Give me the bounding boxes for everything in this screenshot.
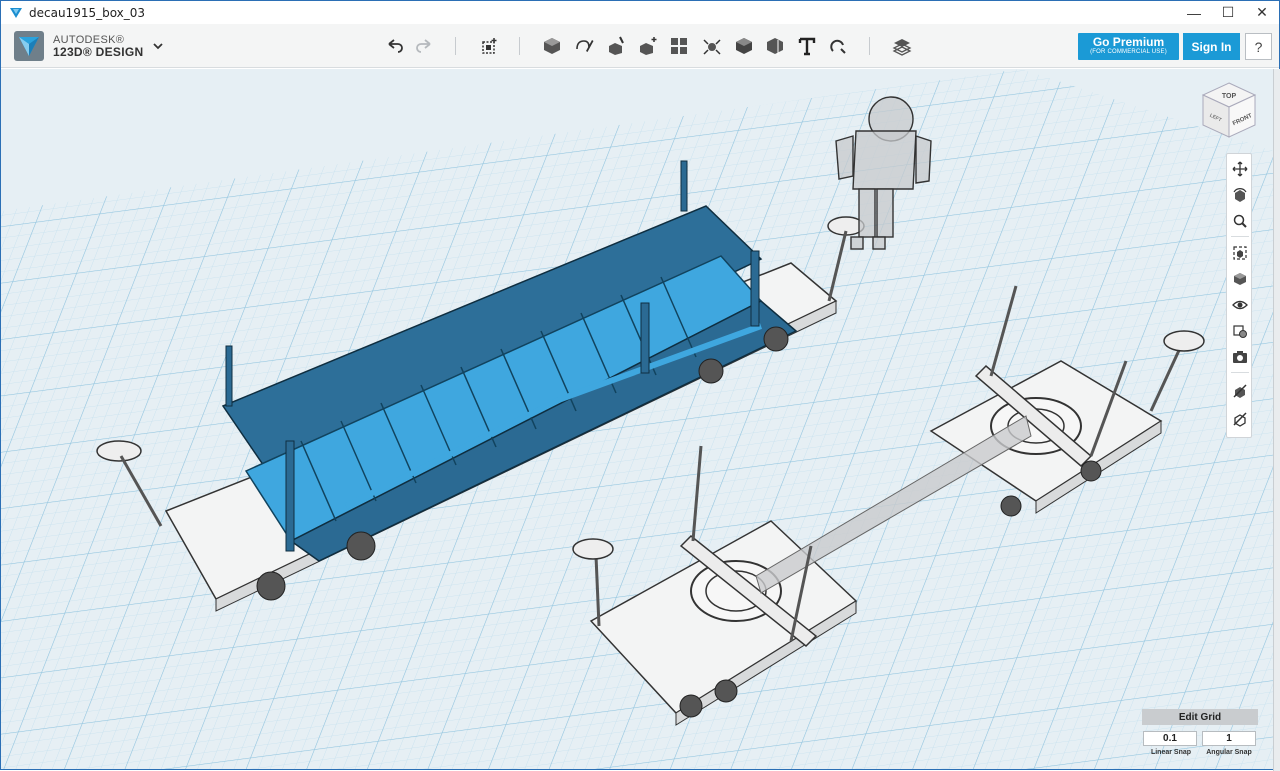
camera-icon	[1233, 351, 1247, 363]
redo-button[interactable]	[412, 33, 438, 59]
transform-button[interactable]	[476, 33, 502, 59]
brand: AUTODESK® 123D® DESIGN	[13, 30, 143, 62]
material-button[interactable]	[889, 33, 915, 59]
help-button[interactable]: ?	[1245, 33, 1272, 60]
snap-icon	[830, 39, 846, 54]
construct-icon	[609, 36, 624, 55]
chevron-down-icon[interactable]	[151, 39, 165, 53]
construct-button[interactable]	[604, 33, 630, 59]
nav-divider	[1231, 372, 1249, 373]
sign-in-button[interactable]: Sign In	[1183, 33, 1240, 60]
transform-icon	[482, 38, 497, 54]
3d-viewport[interactable]	[1, 69, 1273, 769]
side-strip	[1273, 69, 1280, 771]
primitives-icon	[544, 38, 560, 54]
hide-icon	[1233, 384, 1247, 398]
settings-icon	[1233, 412, 1247, 427]
material-toggle-icon	[1233, 325, 1247, 338]
pan-icon	[1232, 161, 1248, 177]
go-premium-button[interactable]: Go Premium (FOR COMMERCIAL USE)	[1078, 33, 1179, 60]
undo-icon	[388, 39, 403, 53]
pan-button[interactable]	[1229, 158, 1251, 180]
zoom-button[interactable]	[1229, 210, 1251, 232]
snap-button[interactable]	[825, 33, 851, 59]
redo-icon	[416, 39, 431, 53]
fit-button[interactable]	[1229, 242, 1251, 264]
minimize-button[interactable]: —	[1177, 1, 1211, 24]
app-cube-logo-icon	[14, 31, 44, 61]
viewcube-top-label[interactable]: TOP	[1222, 93, 1237, 100]
zoom-icon	[1233, 214, 1247, 228]
grid-panel: Edit Grid 0.1 1 Linear Snap Angular Snap	[1142, 709, 1258, 761]
angular-snap-label: Angular Snap	[1206, 749, 1252, 756]
settings-button[interactable]	[1229, 408, 1251, 430]
title-bar: decau1915_box_03 — ☐ ✕	[1, 1, 1279, 24]
app-window: decau1915_box_03 — ☐ ✕ AUTODESK® 123D® D…	[0, 0, 1280, 771]
viewcube-widget[interactable]: TOP FRONT LEFT	[1197, 79, 1261, 143]
linear-snap-label: Linear Snap	[1150, 749, 1192, 756]
views-button[interactable]	[1229, 268, 1251, 290]
group-icon	[703, 39, 721, 55]
toolbar-divider	[455, 37, 456, 55]
modify-icon	[640, 37, 657, 55]
linear-snap-field[interactable]: 0.1	[1143, 731, 1197, 746]
go-premium-label: Go Premium	[1092, 35, 1165, 49]
orbit-button[interactable]	[1229, 184, 1251, 206]
window-title: decau1915_box_03	[29, 5, 146, 20]
visibility-button[interactable]	[1229, 294, 1251, 316]
text-icon	[798, 37, 816, 56]
camera-button[interactable]	[1229, 346, 1251, 368]
material-toggle-button[interactable]	[1229, 320, 1251, 342]
sketch-icon	[576, 40, 594, 52]
primitives-button[interactable]	[539, 33, 565, 59]
navigation-bar	[1226, 153, 1252, 438]
toolbar-divider	[869, 37, 870, 55]
toolbar-divider	[519, 37, 520, 55]
visibility-icon	[1232, 300, 1248, 310]
pattern-icon	[671, 38, 687, 54]
sketch-button[interactable]	[571, 33, 597, 59]
views-icon	[1234, 273, 1246, 285]
text-button[interactable]	[794, 33, 820, 59]
app-logo-icon	[10, 7, 22, 18]
hide-button[interactable]	[1229, 380, 1251, 402]
measure-icon	[767, 38, 783, 55]
fit-icon	[1233, 246, 1247, 260]
scene-canvas[interactable]	[1, 69, 1273, 769]
angular-snap-field[interactable]: 1	[1202, 731, 1256, 746]
close-button[interactable]: ✕	[1245, 1, 1279, 24]
combine-button[interactable]	[731, 33, 757, 59]
maximize-button[interactable]: ☐	[1211, 1, 1245, 24]
measure-button[interactable]	[762, 33, 788, 59]
material-icon	[892, 39, 912, 56]
modify-button[interactable]	[635, 33, 661, 59]
combine-icon	[736, 38, 752, 54]
go-premium-sublabel: (FOR COMMERCIAL USE)	[1090, 49, 1167, 55]
nav-divider	[1231, 236, 1249, 237]
main-toolbar: AUTODESK® 123D® DESIGN Go Premium (FOR C…	[1, 24, 1279, 68]
pattern-button[interactable]	[666, 33, 692, 59]
edit-grid-button[interactable]: Edit Grid	[1142, 709, 1258, 725]
undo-button[interactable]	[381, 33, 407, 59]
group-button[interactable]	[699, 33, 725, 59]
orbit-icon	[1233, 188, 1247, 202]
brand-line-2: 123D® DESIGN	[53, 45, 144, 59]
